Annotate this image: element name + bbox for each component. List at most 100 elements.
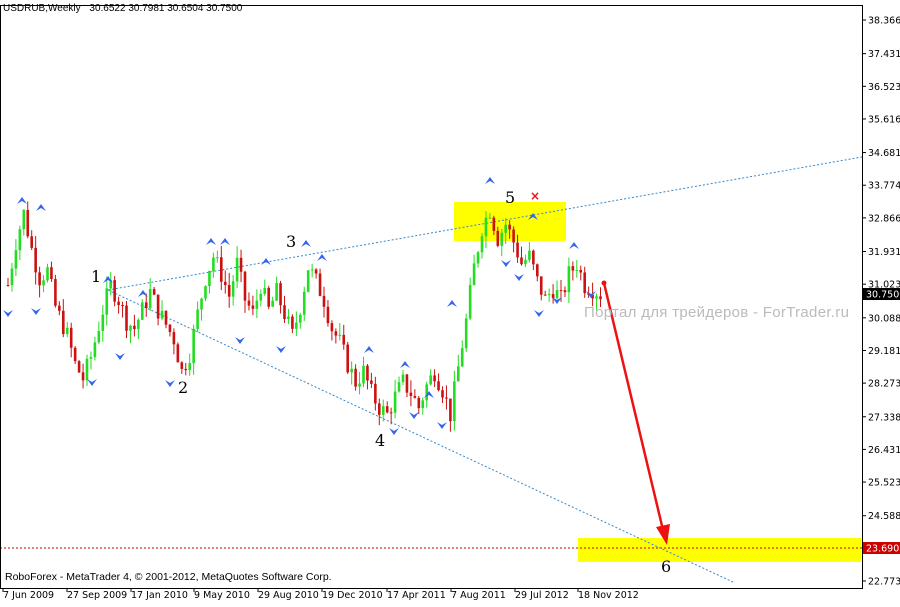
- candle-body: [81, 372, 85, 381]
- candle-body: [148, 289, 152, 309]
- candle-body: [567, 266, 571, 293]
- candle-body: [271, 300, 274, 307]
- candle-body: [516, 242, 519, 258]
- candle-body: [223, 281, 227, 286]
- candle-body: [401, 374, 405, 383]
- candle-body: [563, 290, 567, 293]
- y-tick-label: 34.6815: [868, 148, 900, 159]
- candle: [306, 270, 310, 293]
- candle-body: [156, 294, 160, 319]
- candle-body: [291, 316, 294, 329]
- candle: [54, 274, 57, 308]
- price-chart: 1 2 3 4 5 6 × 38.3665 37.4310 36.5235 35.6160 34.6…: [0, 0, 900, 602]
- candle-body: [38, 272, 41, 286]
- candle-body: [85, 358, 89, 381]
- candle: [267, 285, 270, 310]
- candle-body: [30, 236, 33, 248]
- wave-label-6: 6: [661, 557, 671, 576]
- y-tick-label: 27.3385: [868, 412, 900, 423]
- candle-body: [188, 363, 191, 371]
- candle-body: [220, 257, 223, 282]
- candle-body: [65, 327, 69, 335]
- chart-window: 1 2 3 4 5 6 × 38.3665 37.4310 36.5235 35.6160 34.6…: [0, 0, 900, 602]
- candle-body: [472, 263, 476, 286]
- x-tick-label: 17 Jan 2010: [131, 590, 188, 601]
- candle-body: [547, 294, 551, 296]
- candle-body: [160, 310, 164, 319]
- copyright-text: RoboForex - MetaTrader 4, © 2001-2012, M…: [5, 571, 332, 583]
- candle-body: [144, 302, 148, 309]
- candle-body: [460, 348, 464, 367]
- candle-body: [480, 236, 484, 253]
- candle-body: [429, 375, 432, 385]
- candle-body: [243, 271, 247, 301]
- candle-body: [413, 395, 417, 398]
- x-tick-label: 29 Jul 2012: [515, 590, 569, 601]
- candle-body: [536, 264, 539, 277]
- candle-body: [14, 250, 18, 269]
- candle-body: [251, 305, 255, 309]
- x-tick-label: 18 Nov 2012: [578, 590, 639, 601]
- candle-body: [508, 224, 511, 230]
- candle-body: [330, 323, 334, 332]
- candle-body: [267, 287, 270, 307]
- target-zone: [578, 538, 861, 562]
- candle-body: [445, 397, 448, 399]
- candle-body: [310, 269, 314, 271]
- candle-body: [468, 285, 472, 319]
- candle-body: [113, 280, 116, 302]
- candle-body: [488, 217, 492, 219]
- candle-body: [10, 268, 14, 286]
- x-tick-label: 7 Aug 2011: [451, 590, 506, 601]
- candle: [113, 276, 116, 307]
- candle-body: [571, 266, 575, 271]
- candle-body: [73, 347, 77, 362]
- candle-body: [133, 325, 136, 330]
- candle-body: [58, 305, 61, 311]
- candle-body: [239, 257, 243, 272]
- candle-body: [283, 305, 286, 320]
- candle-body: [314, 269, 318, 274]
- y-tick-label: 33.7740: [868, 181, 900, 192]
- target-price-label: 23.6903: [866, 544, 900, 555]
- candle-body: [476, 252, 480, 264]
- candle-body: [164, 310, 168, 325]
- candle-body: [358, 383, 361, 387]
- candle-body: [26, 209, 30, 237]
- candle-body: [208, 270, 211, 287]
- watermark-text: Портал для трейдеров - ForTrader.ru: [584, 304, 850, 321]
- candle: [77, 360, 81, 373]
- candle-body: [263, 287, 267, 294]
- candle-body: [528, 250, 531, 260]
- candle-body: [196, 309, 199, 329]
- candle-body: [212, 257, 215, 271]
- y-tick-label: 32.8665: [868, 213, 900, 224]
- y-tick-label: 26.4310: [868, 445, 900, 456]
- candle-body: [295, 322, 298, 329]
- candle-body: [599, 296, 602, 300]
- candle-body: [172, 332, 176, 345]
- candle-body: [437, 381, 440, 391]
- candle-body: [46, 267, 49, 281]
- candle-body: [464, 318, 468, 349]
- y-tick-label: 30.0885: [868, 313, 900, 324]
- candle-body: [93, 342, 97, 358]
- x-tick-label: 7 Jun 2009: [3, 590, 54, 601]
- candle-body: [227, 285, 231, 297]
- candle-body: [370, 380, 373, 384]
- candle-body: [378, 403, 381, 415]
- candle-body: [180, 362, 184, 369]
- candle-body: [259, 293, 263, 301]
- candle-body: [302, 291, 306, 315]
- candle-body: [433, 375, 436, 382]
- candle-body: [385, 406, 389, 413]
- candle-body: [417, 397, 421, 409]
- candle-body: [381, 406, 385, 415]
- candle-body: [532, 250, 535, 265]
- candle-body: [504, 224, 507, 233]
- candle-body: [69, 327, 73, 348]
- candle-body: [425, 384, 428, 401]
- candle-body: [334, 331, 338, 336]
- y-tick-label: 25.5235: [868, 478, 900, 489]
- candle-body: [555, 290, 559, 299]
